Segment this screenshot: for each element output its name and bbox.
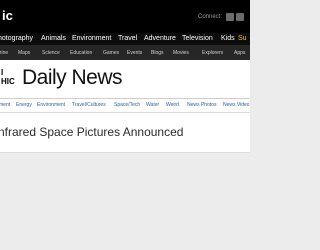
connect-label: Connect: [198,14,223,20]
sub-nav-games[interactable]: Games [103,50,119,56]
section-title[interactable]: Daily News [22,67,123,89]
article-headline: nfrared Space Pictures Announced [0,125,184,139]
sub-nav-education[interactable]: Education [70,50,92,56]
main-nav-kids[interactable]: Kids [221,35,235,43]
brand-logo-fragment[interactable]: I HIC [1,68,15,86]
main-nav: hotography Animals Environment Travel Ad… [0,33,250,45]
section-nav: ment Energy Environment Travel/Cultures … [0,99,250,113]
main-nav-environment[interactable]: Environment [72,35,111,43]
masthead: I HIC Daily News [0,60,250,98]
sub-nav-movies[interactable]: Movies [173,50,189,56]
section-nav-weird[interactable]: Weird [166,102,179,108]
main-nav-television[interactable]: Television [182,35,213,43]
section-nav-environment[interactable]: ment [0,102,10,108]
main-nav-travel[interactable]: Travel [118,35,137,43]
section-nav-news-video[interactable]: News Video [223,102,250,108]
sub-nav-magazine[interactable]: zine [0,50,8,56]
sub-nav-events[interactable]: Events [127,50,142,56]
main-nav-subscribe[interactable]: Su [238,35,247,43]
top-bar: ic Connect: [0,0,250,33]
section-nav-environment-full[interactable]: Environment [37,102,65,108]
sub-nav: zine Maps Science Education Games Events… [0,45,250,60]
sub-nav-maps[interactable]: Maps [18,50,30,56]
main-nav-animals[interactable]: Animals [41,35,66,43]
article-header: nfrared Space Pictures Announced [0,113,250,153]
section-nav-water[interactable]: Water [146,102,159,108]
sub-nav-apps[interactable]: Apps [234,50,245,56]
main-nav-adventure[interactable]: Adventure [144,35,176,43]
facebook-icon[interactable] [226,13,234,21]
sub-nav-science[interactable]: Science [42,50,60,56]
sub-nav-blogs[interactable]: Blogs [151,50,164,56]
section-nav-energy[interactable]: Energy [16,102,32,108]
section-nav-travel-cultures[interactable]: Travel/Cultures [72,102,106,108]
section-nav-news-photos[interactable]: News Photos [187,102,216,108]
section-nav-space-tech[interactable]: Space/Tech [114,102,140,108]
main-nav-photography[interactable]: hotography [0,35,33,43]
twitter-icon[interactable] [236,13,244,21]
sub-nav-explorers[interactable]: Explorers [202,50,223,56]
site-brand-fragment[interactable]: ic [2,9,13,23]
content-area [0,153,250,250]
